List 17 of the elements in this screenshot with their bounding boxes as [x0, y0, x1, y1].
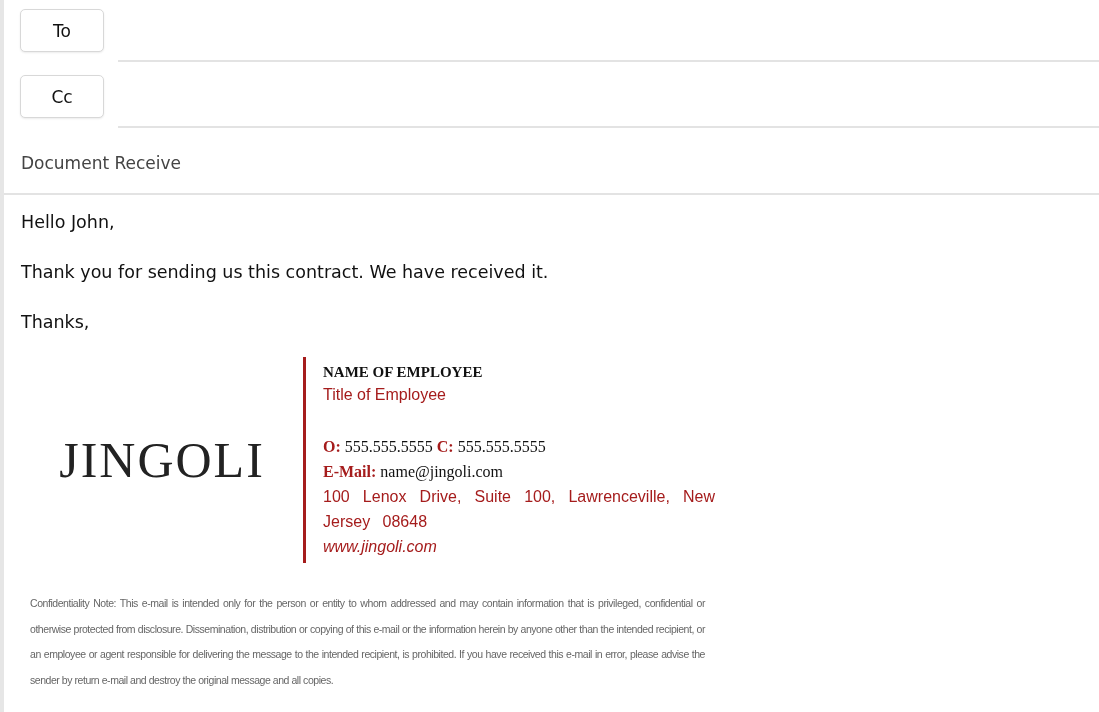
message-text: Thanks,	[21, 311, 91, 334]
message-text: Hello John,	[21, 211, 116, 234]
recipient-button[interactable]: To	[20, 9, 104, 52]
employee-title: Title of Employee	[323, 385, 447, 405]
phone-label: C:	[436, 438, 454, 455]
employee-name: NAME OF EMPLOYEE	[323, 363, 484, 382]
email-address: name@jingoli.com	[380, 463, 504, 480]
company-logo: JINGOLI	[58, 431, 266, 490]
phone-label: O:	[323, 438, 341, 455]
phone-number: 555.555.5555	[457, 438, 546, 455]
confidentiality-note: Confidentiality Note: This e-mail is intended only for the person or entity to whom addressed and may contain information that is privileged, confidential or otherwise protected from disclosure. Dissemination, distribution or copying of this e-mail or the information herein by anyone other than the intended recipient, or an employee or agent responsible for delivering the message to the intended recipient, is prohibited. If you have received this e-mail in error, please advise the sender by return e-mail and destroy the original message and all copies.	[30, 596, 705, 688]
website-link[interactable]: www.jingoli.com	[323, 534, 715, 559]
subject-field[interactable]: Document Receive	[4, 132, 1099, 195]
message-text: Thank you for sending us this contract. We have received it.	[21, 261, 550, 284]
phone-number: 555.555.5555	[344, 438, 433, 455]
email-label: E-Mail:	[323, 463, 377, 480]
recipient-button[interactable]: Cc	[20, 75, 104, 118]
